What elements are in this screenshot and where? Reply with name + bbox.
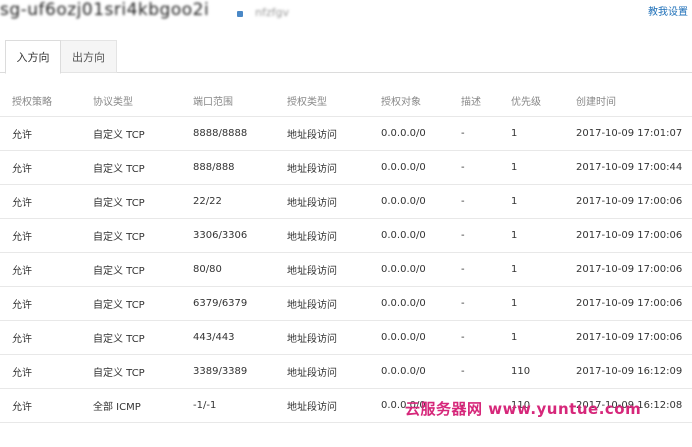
cell-auth-type: 地址段访问 (287, 232, 337, 243)
cell-port-range: 3306/3306 (193, 230, 248, 241)
cell-port-range: 3389/3389 (193, 366, 248, 377)
col-header-policy: 授权策略 (12, 97, 52, 108)
cell-port-range: 888/888 (193, 162, 235, 173)
table-row: 允许 自定义 TCP 6379/6379 地址段访问 0.0.0.0/0 - 1 2017-1… (0, 287, 692, 321)
tab-outbound[interactable]: 出方向 (61, 40, 117, 73)
cell-created-time: 2017-10-09 17:00:06 (576, 196, 683, 207)
table-row: 允许 自定义 TCP 8888/8888 地址段访问 0.0.0.0/0 - 1 2017-1… (0, 117, 692, 151)
cell-port-range: 80/80 (193, 264, 222, 275)
cell-protocol: 自定义 TCP (93, 164, 145, 175)
col-header-auth-object: 授权对象 (381, 97, 421, 108)
cell-created-time: 2017-10-09 17:00:06 (576, 230, 683, 241)
cell-created-time: 2017-10-09 17:00:06 (576, 298, 683, 309)
cell-priority: 1 (511, 264, 518, 275)
cell-auth-type: 地址段访问 (287, 334, 337, 345)
cell-policy: 允许 (12, 130, 32, 141)
cell-priority: 1 (511, 298, 518, 309)
cell-port-range: 22/22 (193, 196, 222, 207)
tab-inbound[interactable]: 入方向 (5, 40, 61, 74)
cell-protocol: 自定义 TCP (93, 232, 145, 243)
col-header-priority: 优先级 (511, 97, 541, 108)
cell-port-range: 443/443 (193, 332, 235, 343)
col-header-port-range: 端口范围 (193, 97, 233, 108)
cell-protocol: 自定义 TCP (93, 334, 145, 345)
help-link[interactable]: 教我设置 (648, 3, 688, 18)
cell-policy: 允许 (12, 164, 32, 175)
cell-auth-object: 0.0.0.0/0 (381, 298, 426, 309)
cell-auth-type: 地址段访问 (287, 368, 337, 379)
cell-priority: 1 (511, 230, 518, 241)
cell-description: - (461, 230, 465, 241)
cell-policy: 允许 (12, 368, 32, 379)
rules-table: 授权策略 协议类型 端口范围 授权类型 授权对象 描述 优先级 创建时间 允许自… (0, 85, 692, 423)
cell-auth-type: 地址段访问 (287, 164, 337, 175)
cell-policy: 允许 (12, 198, 32, 209)
cell-policy: 允许 (12, 402, 32, 413)
table-row: 允许 自定义 TCP 3306/3306 地址段访问 0.0.0.0/0 - 1 2017-1… (0, 219, 692, 253)
cell-auth-type: 地址段访问 (287, 130, 337, 141)
cell-priority: 110 (511, 366, 531, 377)
cell-auth-object: 0.0.0.0/0 (381, 332, 426, 343)
cell-created-time: 2017-10-09 16:12:09 (576, 366, 683, 377)
cell-description: - (461, 298, 465, 309)
cell-priority: 1 (511, 128, 518, 139)
cell-description: - (461, 332, 465, 343)
table-row: 允许 自定义 TCP 22/22 地址段访问 0.0.0.0/0 - 1 2017-10-09… (0, 185, 692, 219)
cell-policy: 允许 (12, 266, 32, 277)
cell-auth-type: 地址段访问 (287, 198, 337, 209)
top-bar: sg-uf6ozj01sri4kbgoo2i nfzfgv 教我设置 (0, 0, 692, 36)
cell-protocol: 自定义 TCP (93, 198, 145, 209)
cell-auth-object: 0.0.0.0/0 (381, 264, 426, 275)
cell-auth-object: 0.0.0.0/0 (381, 162, 426, 173)
cell-created-time: 2017-10-09 17:00:44 (576, 162, 683, 173)
cell-port-range: 8888/8888 (193, 128, 248, 139)
cell-auth-object: 0.0.0.0/0 (381, 366, 426, 377)
cell-priority: 1 (511, 332, 518, 343)
cell-priority: 1 (511, 162, 518, 173)
cell-protocol: 全部 ICMP (93, 402, 141, 413)
cell-policy: 允许 (12, 300, 32, 311)
cell-created-time: 2017-10-09 17:01:07 (576, 128, 683, 139)
cell-protocol: 自定义 TCP (93, 368, 145, 379)
cell-auth-type: 地址段访问 (287, 402, 337, 413)
col-header-auth-type: 授权类型 (287, 97, 327, 108)
col-header-description: 描述 (461, 97, 481, 108)
col-header-protocol: 协议类型 (93, 97, 133, 108)
cell-description: - (461, 264, 465, 275)
cell-auth-type: 地址段访问 (287, 300, 337, 311)
cell-auth-object: 0.0.0.0/0 (381, 128, 426, 139)
table-row: 允许 自定义 TCP 443/443 地址段访问 0.0.0.0/0 - 1 2017-10-… (0, 321, 692, 355)
cell-port-range: -1/-1 (193, 400, 217, 411)
cell-port-range: 6379/6379 (193, 298, 248, 309)
cell-priority: 1 (511, 196, 518, 207)
security-group-name: nfzfgv (255, 6, 289, 19)
cell-description: - (461, 196, 465, 207)
table-header: 授权策略 协议类型 端口范围 授权类型 授权对象 描述 优先级 创建时间 (0, 85, 692, 117)
cell-description: - (461, 128, 465, 139)
direction-tabs: 入方向 出方向 (0, 40, 692, 74)
cell-policy: 允许 (12, 232, 32, 243)
table-row: 允许 自定义 TCP 80/80 地址段访问 0.0.0.0/0 - 1 2017-10-09… (0, 253, 692, 287)
cell-protocol: 自定义 TCP (93, 130, 145, 141)
cell-created-time: 2017-10-09 17:00:06 (576, 332, 683, 343)
id-marker-icon (237, 11, 243, 17)
cell-auth-object: 0.0.0.0/0 (381, 196, 426, 207)
table-row: 允许 自定义 TCP 3389/3389 地址段访问 0.0.0.0/0 - 110 2017… (0, 355, 692, 389)
col-header-created-time: 创建时间 (576, 97, 616, 108)
cell-auth-type: 地址段访问 (287, 266, 337, 277)
cell-created-time: 2017-10-09 17:00:06 (576, 264, 683, 275)
cell-policy: 允许 (12, 334, 32, 345)
cell-description: - (461, 366, 465, 377)
table-row: 允许 自定义 TCP 888/888 地址段访问 0.0.0.0/0 - 1 2017-10-… (0, 151, 692, 185)
security-group-id: sg-uf6ozj01sri4kbgoo2i (0, 0, 210, 20)
cell-protocol: 自定义 TCP (93, 300, 145, 311)
cell-description: - (461, 162, 465, 173)
watermark: 云服务器网 www.yuntue.com (405, 400, 642, 418)
cell-auth-object: 0.0.0.0/0 (381, 230, 426, 241)
cell-protocol: 自定义 TCP (93, 266, 145, 277)
